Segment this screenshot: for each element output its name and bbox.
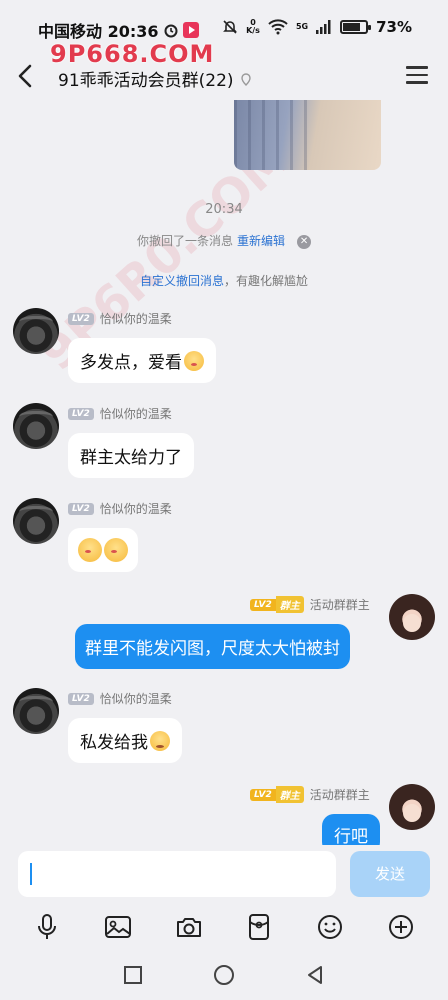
input-toolbar	[0, 905, 448, 949]
kiss-emoji-icon	[184, 350, 204, 371]
message-text: 群里不能发闪图，尺度太大怕被封	[85, 639, 340, 659]
alarm-icon	[164, 24, 178, 38]
text-caret	[30, 863, 32, 885]
message-timestamp: 20:34	[205, 202, 243, 217]
chat-area[interactable]: 20:34 你撤回了一条消息 重新编辑 ✕ 自定义撤回消息，有趣化解尴尬 LV2 恰…	[0, 100, 448, 854]
plus-icon[interactable]	[386, 912, 416, 942]
avatar[interactable]	[389, 784, 435, 830]
network-type: 5G	[295, 22, 309, 31]
status-left: 中国移动 20:36	[38, 18, 199, 42]
wifi-icon	[268, 19, 288, 35]
level-badge: LV2	[68, 407, 94, 420]
status-right: 0 K/s 5G 73%	[222, 18, 412, 36]
sender-line: LV2 群主 活动群群主	[250, 596, 370, 613]
message-bubble[interactable]: 群主太给力了	[68, 433, 194, 478]
signal-icon	[316, 20, 331, 34]
custom-recall-tip: 自定义撤回消息，有趣化解尴尬	[0, 272, 448, 289]
carrier-time: 中国移动 20:36	[38, 22, 159, 41]
sender-name: 活动群群主	[309, 598, 370, 612]
message-input[interactable]	[18, 851, 336, 897]
level-badge: LV2	[68, 312, 94, 325]
sender-line: LV2 恰似你的温柔	[68, 405, 172, 422]
sender-line: LV2 恰似你的温柔	[68, 310, 172, 327]
custom-recall-link[interactable]: 自定义撤回消息	[140, 274, 224, 288]
sender-name: 恰似你的温柔	[99, 692, 172, 706]
recall-text: 你撤回了一条消息	[136, 234, 233, 248]
avatar[interactable]	[13, 308, 59, 354]
message-bubble[interactable]	[68, 528, 138, 572]
level-badge: LV2	[68, 692, 94, 705]
sender-line: LV2 恰似你的温柔	[68, 690, 172, 707]
sender-name: 恰似你的温柔	[99, 407, 172, 421]
avatar[interactable]	[13, 688, 59, 734]
sender-name: 恰似你的温柔	[99, 502, 172, 516]
level-badge: LV2	[250, 788, 276, 801]
message-text: 群主太给力了	[80, 448, 182, 468]
menu-icon[interactable]	[406, 66, 428, 86]
mute-bell-icon	[223, 20, 237, 34]
input-bar: 发送	[0, 845, 448, 905]
avatar[interactable]	[13, 498, 59, 544]
battery-icon	[340, 20, 372, 34]
kiss-emoji-icon	[104, 538, 128, 562]
avatar[interactable]	[389, 594, 435, 640]
message-bubble[interactable]: 多发点，爱看	[68, 338, 216, 383]
emoji-icon[interactable]	[315, 912, 345, 942]
image-icon[interactable]	[103, 912, 133, 942]
message-text: 行吧	[334, 826, 368, 847]
message-text: 多发点，爱看	[80, 353, 182, 373]
re-edit-link[interactable]: 重新编辑	[237, 234, 285, 248]
video-app-icon	[182, 22, 199, 38]
site-watermark: 9P668.COM	[50, 40, 215, 68]
owner-badge: 群主	[275, 596, 304, 613]
recall-notice: 你撤回了一条消息 重新编辑 ✕	[0, 232, 448, 249]
message-bubble[interactable]: 私发给我	[68, 718, 182, 763]
send-button[interactable]: 发送	[350, 851, 430, 897]
message-bubble[interactable]: 群里不能发闪图，尺度太大怕被封	[75, 624, 350, 669]
red-packet-icon[interactable]	[244, 912, 274, 942]
recent-apps-icon[interactable]	[123, 965, 143, 985]
system-nav-bar	[0, 950, 448, 1000]
group-title-text: 91乖乖活动会员群(22)	[58, 71, 234, 91]
close-icon[interactable]: ✕	[297, 234, 312, 249]
avatar[interactable]	[13, 403, 59, 449]
nav-back-icon[interactable]	[305, 965, 325, 985]
sender-line: LV2 群主 活动群群主	[250, 786, 370, 803]
kiss-emoji-icon	[78, 538, 102, 562]
camera-icon[interactable]	[174, 912, 204, 942]
sender-name: 恰似你的温柔	[99, 312, 172, 326]
sender-line: LV2 恰似你的温柔	[68, 500, 172, 517]
mic-icon[interactable]	[32, 912, 62, 942]
level-badge: LV2	[68, 502, 94, 515]
level-badge: LV2	[250, 598, 276, 611]
custom-recall-suffix: ，有趣化解尴尬	[224, 274, 309, 288]
sad-emoji-icon	[150, 730, 170, 751]
home-icon[interactable]	[213, 964, 235, 986]
sender-name: 活动群群主	[309, 788, 370, 802]
net-speed: 0 K/s	[246, 18, 260, 35]
back-arrow-icon[interactable]	[14, 62, 38, 90]
owner-badge: 群主	[275, 786, 304, 803]
group-title[interactable]: 91乖乖活动会员群(22)	[58, 66, 252, 91]
location-pin-icon	[240, 72, 251, 86]
message-text: 私发给我	[80, 733, 148, 753]
battery-percent: 73%	[376, 18, 412, 36]
